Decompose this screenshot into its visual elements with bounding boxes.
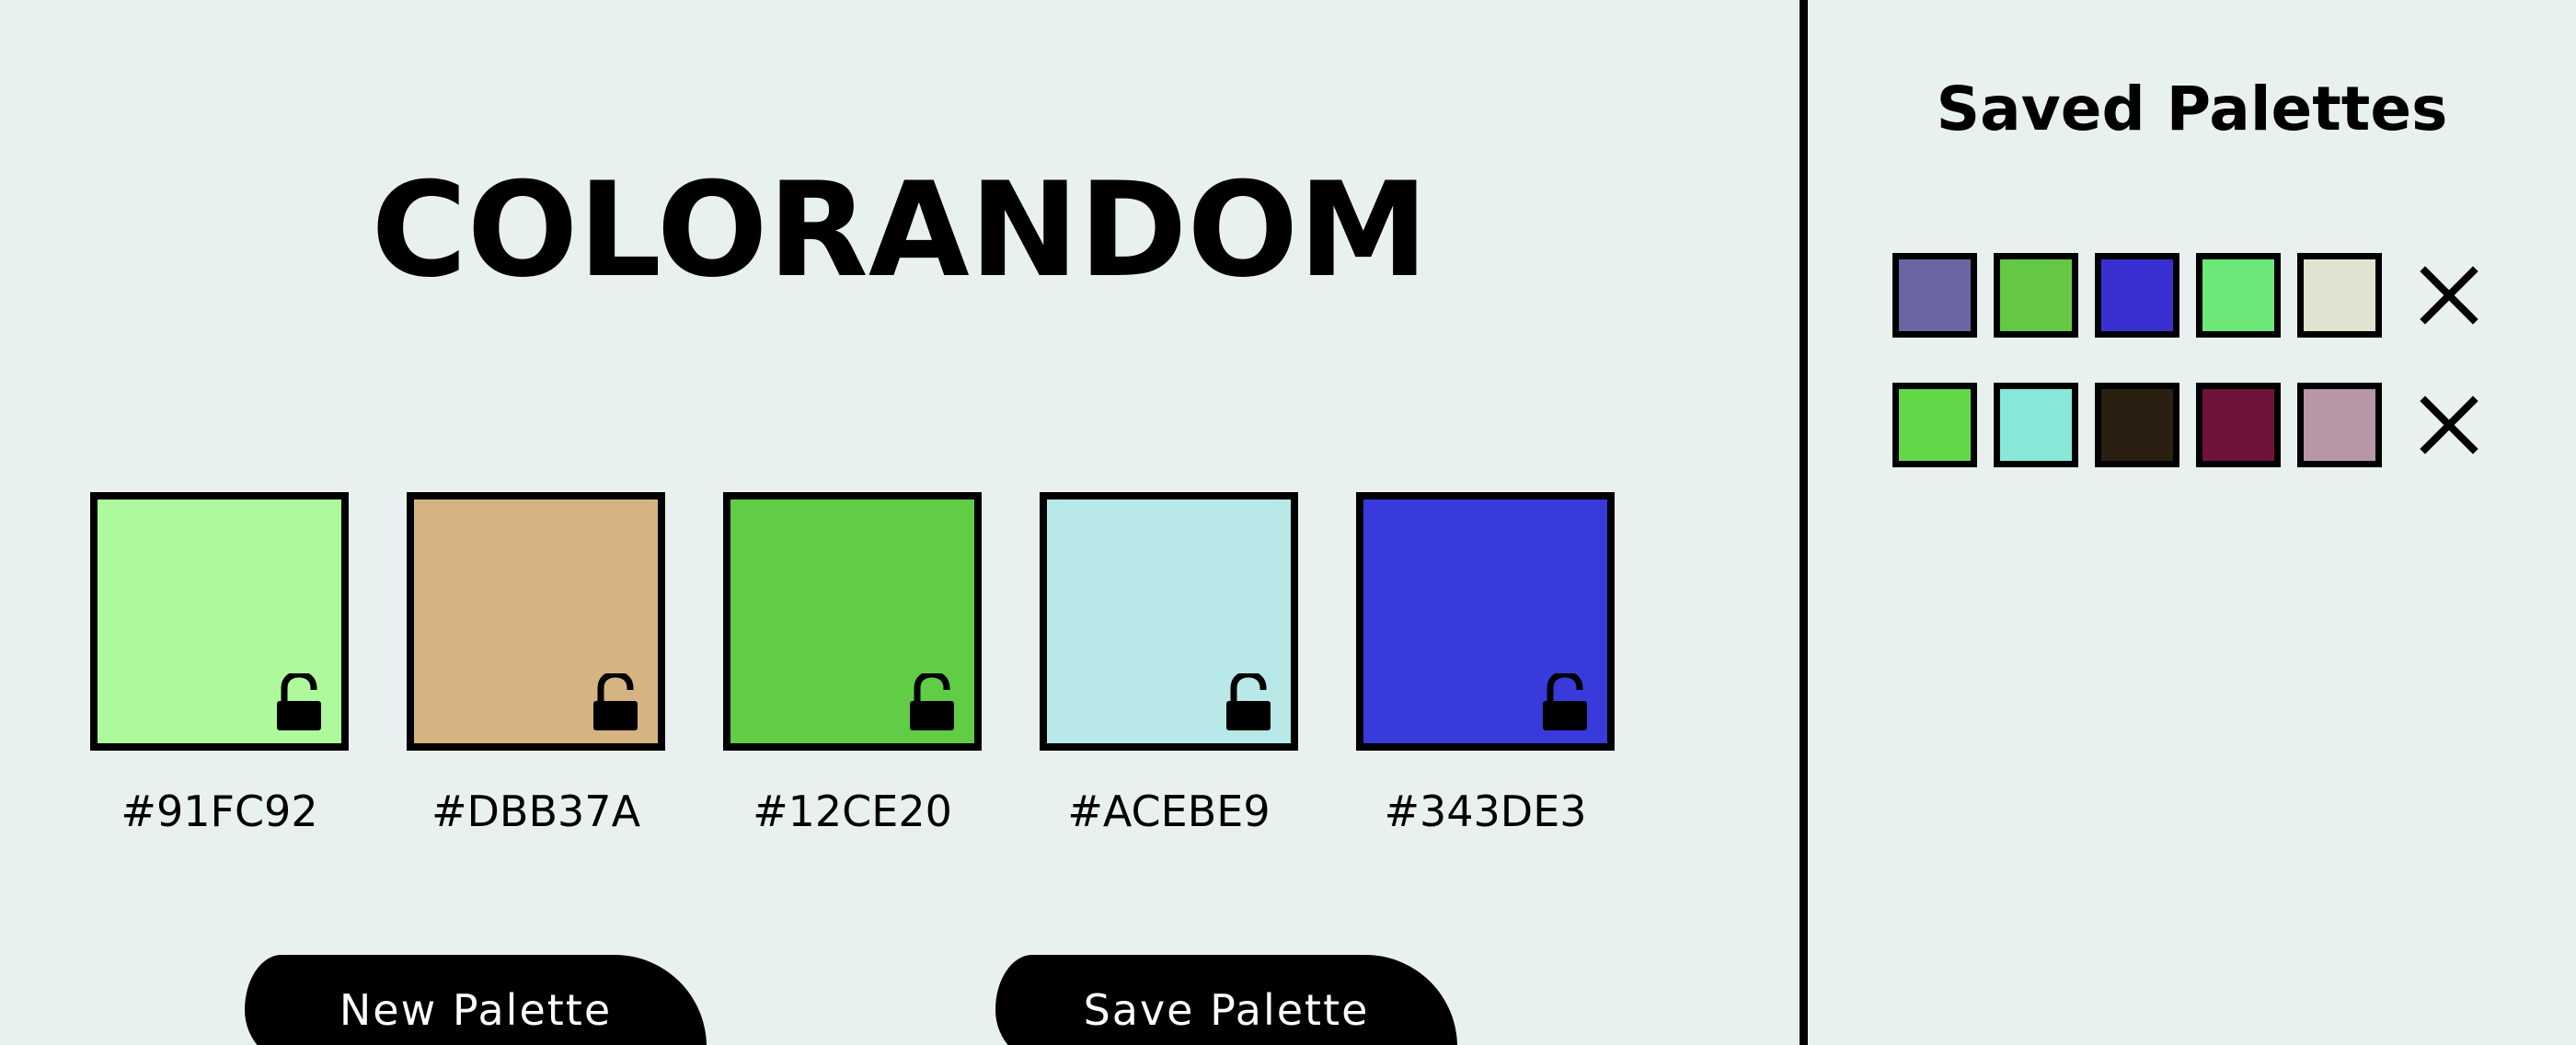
main-panel: COLORANDOM #91FC92 #DBB37A #12CE20 #ACEB… bbox=[0, 0, 1800, 1045]
new-palette-button[interactable]: New Palette bbox=[245, 955, 707, 1045]
saved-palettes-panel: Saved Palettes bbox=[1808, 0, 2576, 1045]
close-icon[interactable] bbox=[2420, 396, 2478, 454]
close-icon[interactable] bbox=[2420, 266, 2478, 325]
unlock-icon[interactable] bbox=[277, 673, 325, 730]
color-swatch-2[interactable] bbox=[407, 492, 665, 751]
saved-swatch[interactable] bbox=[2196, 253, 2281, 338]
saved-swatch[interactable] bbox=[2297, 253, 2382, 338]
saved-palette-row[interactable] bbox=[1808, 383, 2576, 467]
hex-code: #12CE20 bbox=[753, 787, 952, 836]
unlock-icon[interactable] bbox=[1226, 673, 1274, 730]
panel-divider bbox=[1800, 0, 1808, 1045]
app: COLORANDOM #91FC92 #DBB37A #12CE20 #ACEB… bbox=[0, 0, 2576, 1045]
color-swatch-4[interactable] bbox=[1040, 492, 1298, 751]
saved-swatch[interactable] bbox=[1892, 253, 1977, 338]
hex-code: #343DE3 bbox=[1384, 787, 1587, 836]
saved-swatch[interactable] bbox=[2196, 383, 2281, 467]
color-swatch-1[interactable] bbox=[90, 492, 349, 751]
saved-swatch[interactable] bbox=[1892, 383, 1977, 467]
app-title: COLORANDOM bbox=[371, 155, 1429, 306]
color-swatch-3[interactable] bbox=[723, 492, 982, 751]
saved-swatch[interactable] bbox=[2095, 383, 2179, 467]
save-palette-button[interactable]: Save Palette bbox=[995, 955, 1457, 1045]
unlock-icon[interactable] bbox=[910, 673, 958, 730]
saved-swatch[interactable] bbox=[2095, 253, 2179, 338]
unlock-icon[interactable] bbox=[1543, 673, 1591, 730]
saved-palettes-title: Saved Palettes bbox=[1936, 74, 2448, 144]
saved-palette-row[interactable] bbox=[1808, 253, 2576, 338]
color-swatch-5[interactable] bbox=[1356, 492, 1615, 751]
saved-swatch[interactable] bbox=[2297, 383, 2382, 467]
hex-code: #91FC92 bbox=[121, 787, 318, 836]
hex-code: #ACEBE9 bbox=[1067, 787, 1271, 836]
unlock-icon[interactable] bbox=[593, 673, 641, 730]
hex-code: #DBB37A bbox=[431, 787, 641, 836]
saved-swatch[interactable] bbox=[1994, 253, 2078, 338]
saved-swatch[interactable] bbox=[1994, 383, 2078, 467]
